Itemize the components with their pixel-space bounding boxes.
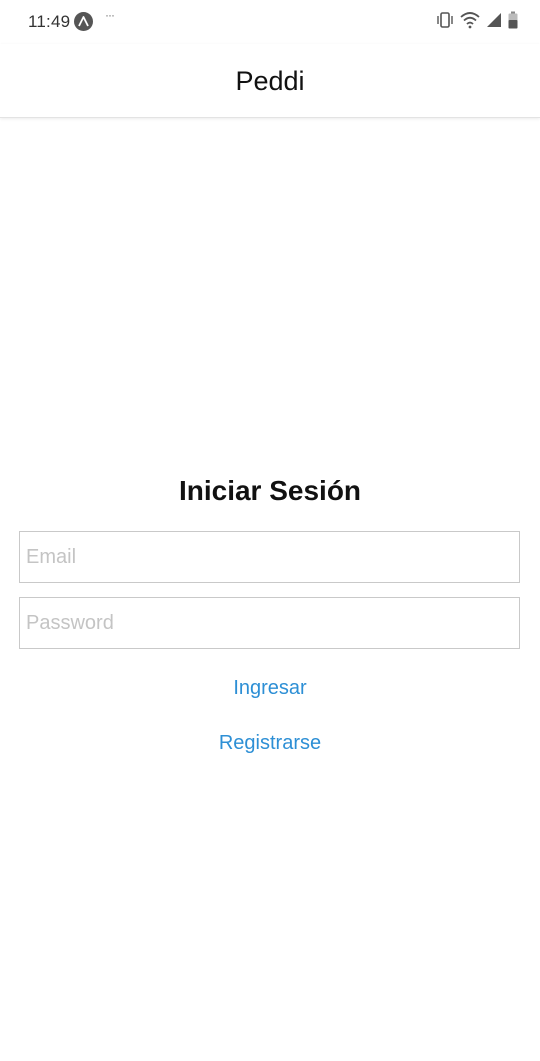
login-heading: Iniciar Sesión bbox=[178, 475, 362, 506]
app-header: Peddi bbox=[0, 44, 540, 118]
status-bar: 11:49 ··· bbox=[0, 0, 540, 44]
password-field[interactable] bbox=[19, 597, 520, 649]
notification-overflow-icon: ··· bbox=[105, 8, 115, 22]
status-icons bbox=[436, 11, 518, 34]
status-time: 11:49 bbox=[28, 12, 71, 31]
wifi-icon bbox=[460, 11, 480, 34]
expo-icon bbox=[74, 12, 93, 31]
email-field[interactable] bbox=[19, 531, 520, 583]
signal-icon bbox=[486, 12, 502, 33]
login-button[interactable]: Ingresar bbox=[0, 677, 540, 700]
app-title: Peddi bbox=[235, 66, 305, 96]
register-button[interactable]: Registrarse bbox=[0, 732, 540, 755]
vibrate-icon bbox=[436, 11, 454, 34]
battery-icon bbox=[508, 11, 518, 34]
